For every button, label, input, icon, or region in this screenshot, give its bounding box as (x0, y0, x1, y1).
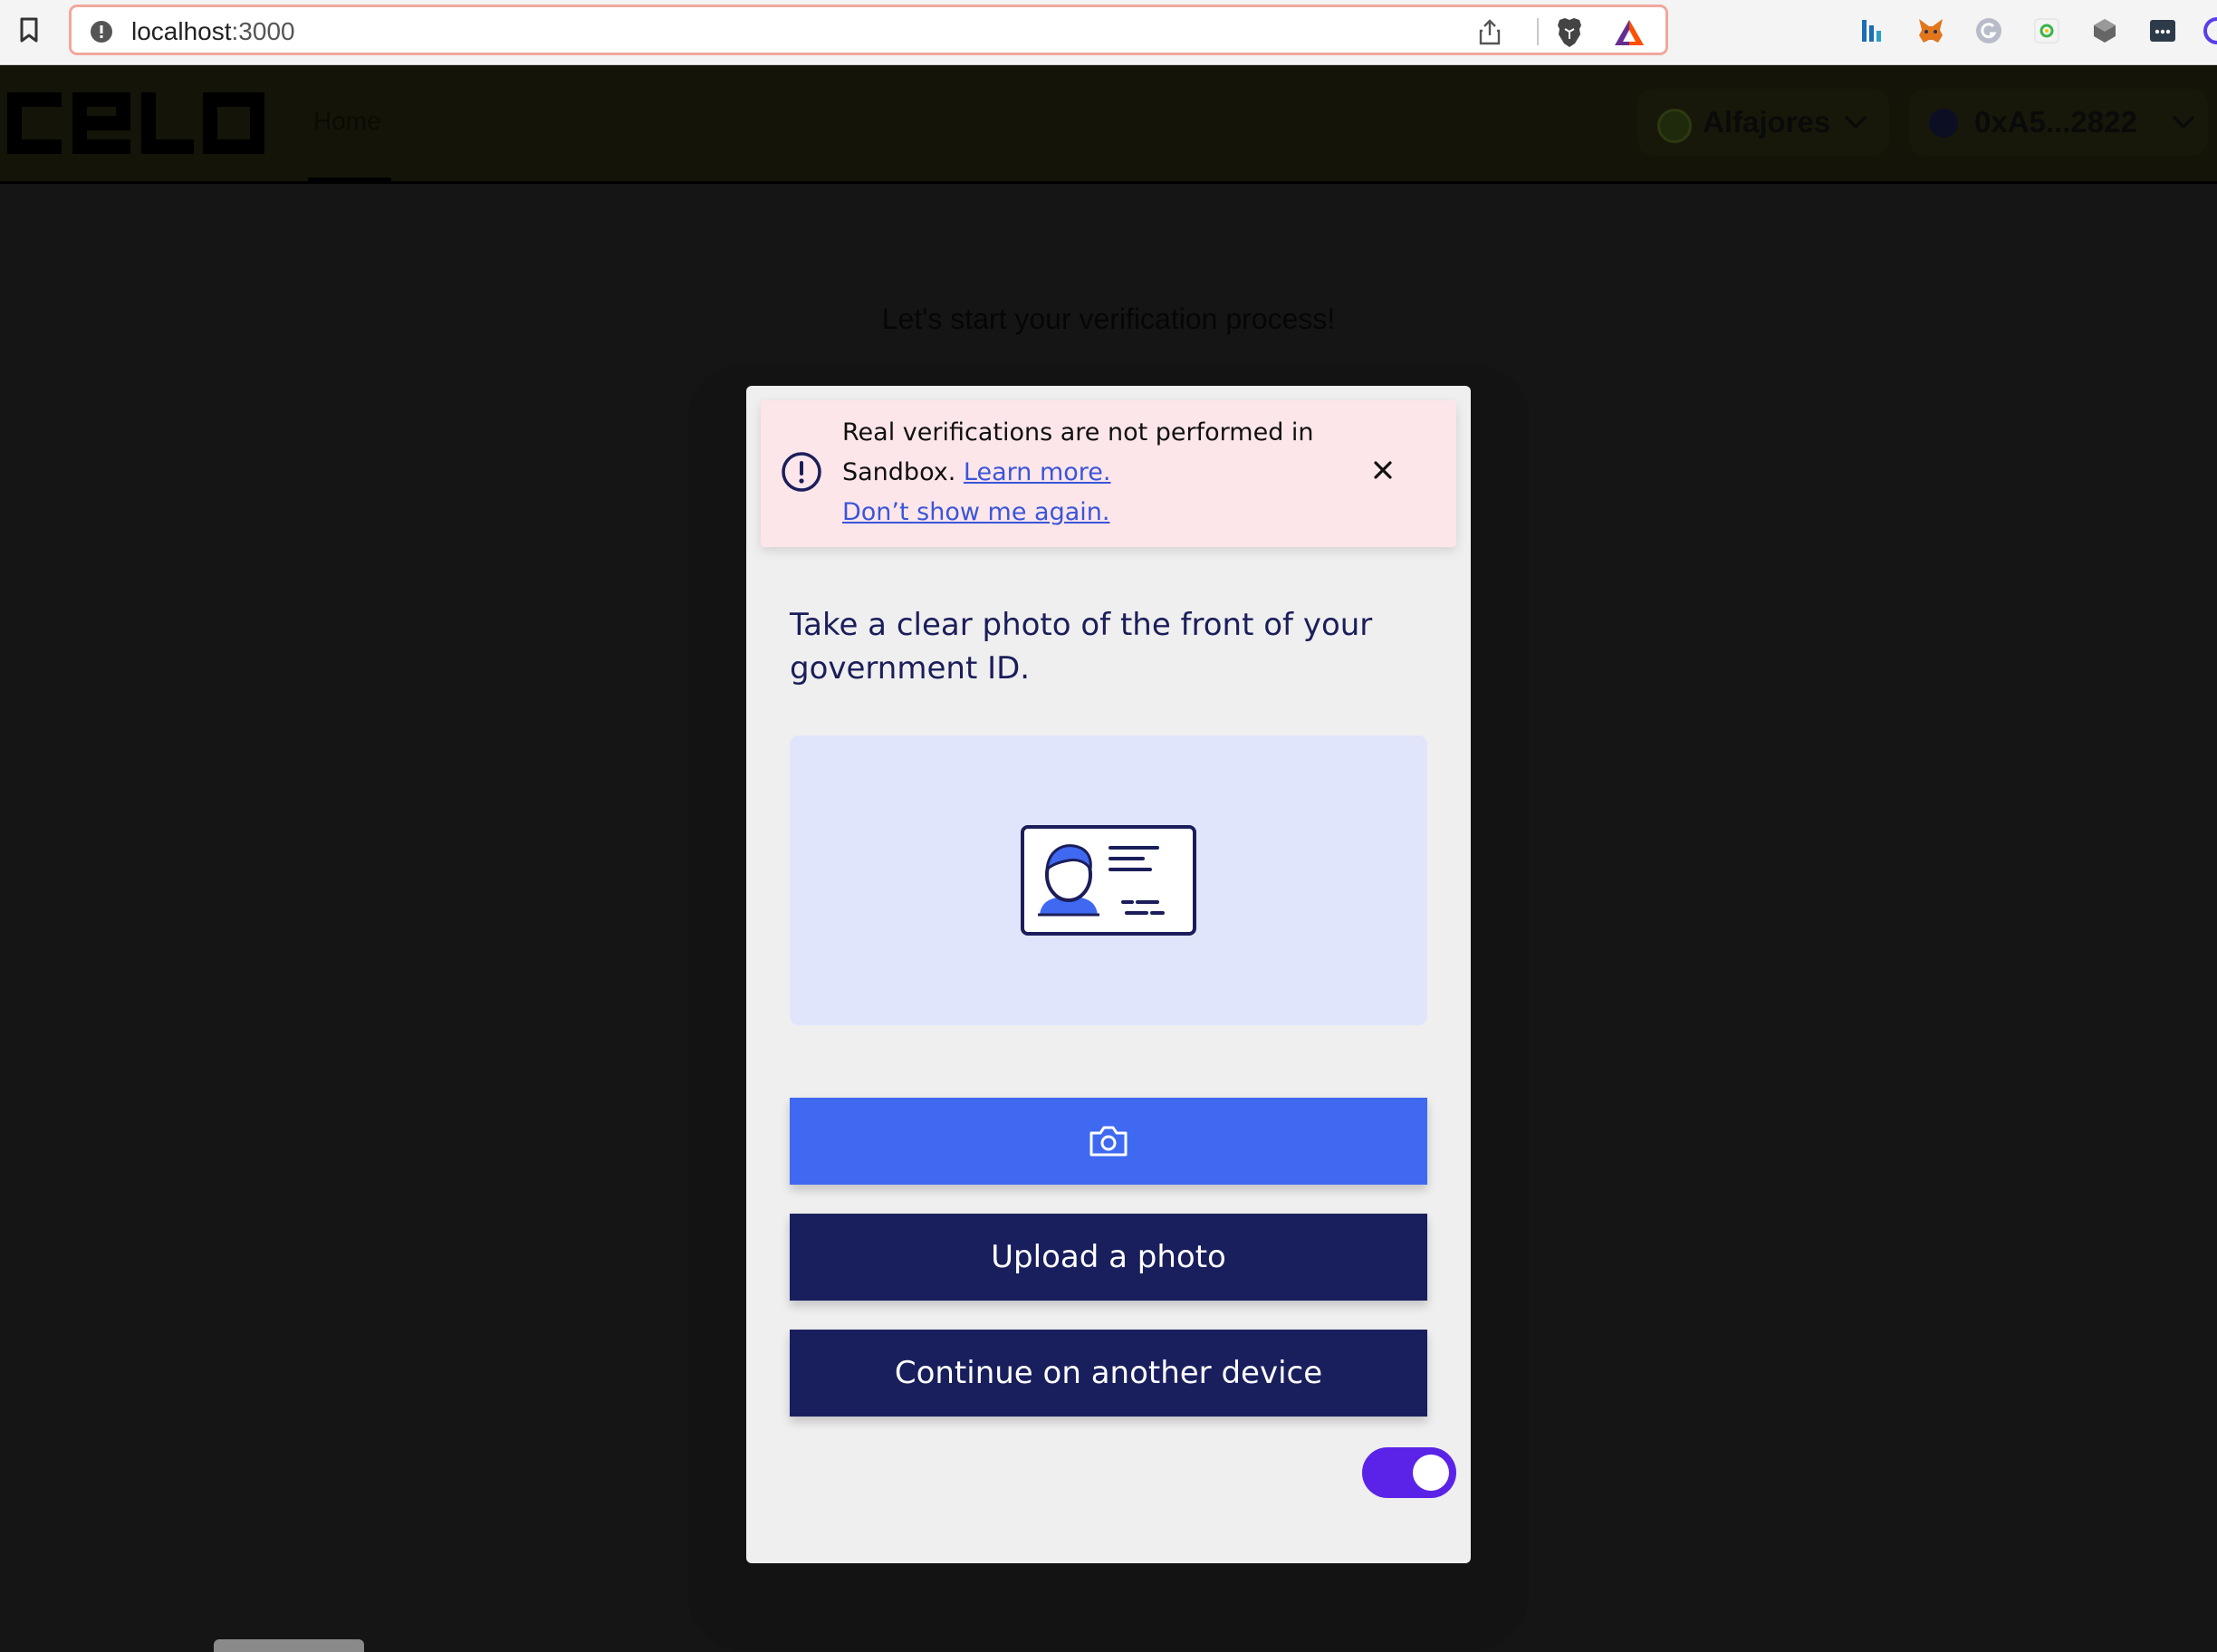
network-icon (1657, 109, 1692, 143)
cube-icon[interactable] (2090, 16, 2119, 45)
verification-intro-text: Let's start your verification process! (881, 303, 1336, 335)
account-selector[interactable]: 0xA5...2822 (1909, 89, 2208, 156)
camera-icon (1089, 1126, 1128, 1157)
continue-another-device-label: Continue on another device (894, 1355, 1323, 1391)
metamask-fox-icon[interactable] (1916, 16, 1945, 45)
dots-extension-icon[interactable] (2148, 16, 2177, 45)
sandbox-warning-banner: Real verifications are not performed in … (761, 400, 1456, 547)
browser-toolbar: localhost:3000 (0, 0, 2217, 65)
url-port: :3000 (231, 17, 295, 45)
id-card-icon (1021, 825, 1196, 936)
share-icon[interactable] (1477, 18, 1502, 45)
toggle-knob (1413, 1455, 1449, 1491)
dont-show-again-link[interactable]: Don’t show me again. (842, 498, 1109, 526)
bookmark-icon[interactable] (18, 16, 40, 43)
green-extension-icon[interactable] (2032, 16, 2061, 45)
url-divider (1537, 18, 1539, 45)
sandbox-message-line2: Sandbox. (842, 458, 956, 486)
app-page: celo Home Alfajores 0xA5...2822 Let's st… (0, 65, 2217, 1652)
photo-instruction: Take a clear photo of the front of your … (790, 607, 1373, 687)
chart-icon[interactable] (1858, 16, 1887, 45)
alert-circle-icon (782, 452, 821, 492)
brave-shields-icon[interactable] (1555, 16, 1584, 49)
sandbox-toggle[interactable] (1362, 1447, 1456, 1498)
url-text[interactable]: localhost:3000 (131, 17, 295, 46)
learn-more-link[interactable]: Learn more. (964, 458, 1111, 486)
network-selector[interactable]: Alfajores (1637, 89, 1889, 156)
sandbox-warning-text: Real verifications are not performed in … (842, 413, 1349, 533)
take-photo-button[interactable] (790, 1098, 1427, 1185)
network-label: Alfajores (1703, 105, 1831, 139)
address-bar[interactable]: localhost:3000 (69, 5, 1668, 55)
account-label: 0xA5...2822 (1974, 105, 2137, 139)
account-avatar (1929, 109, 1958, 138)
upload-photo-label: Upload a photo (991, 1239, 1226, 1275)
celo-logo: celo (7, 92, 264, 154)
chevron-down-icon (1844, 115, 1867, 130)
circle-extension-icon[interactable] (2203, 16, 2217, 45)
app-header: celo Home Alfajores 0xA5...2822 (0, 65, 2217, 184)
site-info-icon[interactable] (90, 20, 113, 43)
nav-home-tab[interactable]: Home (308, 65, 391, 181)
id-illustration-panel (790, 735, 1427, 1025)
url-host: localhost (131, 17, 232, 45)
nav-home-label: Home (313, 107, 381, 135)
sandbox-message-line1: Real verifications are not performed in (842, 418, 1314, 447)
grammarly-icon[interactable] (1974, 16, 2003, 45)
continue-another-device-button[interactable]: Continue on another device (790, 1330, 1427, 1417)
brave-rewards-icon[interactable] (1613, 18, 1646, 47)
upload-photo-button[interactable]: Upload a photo (790, 1214, 1427, 1301)
verification-modal: State ID Take a clear photo of the front… (746, 386, 1471, 1563)
close-icon[interactable] (1369, 456, 1396, 484)
chevron-down-icon (2172, 115, 2195, 130)
